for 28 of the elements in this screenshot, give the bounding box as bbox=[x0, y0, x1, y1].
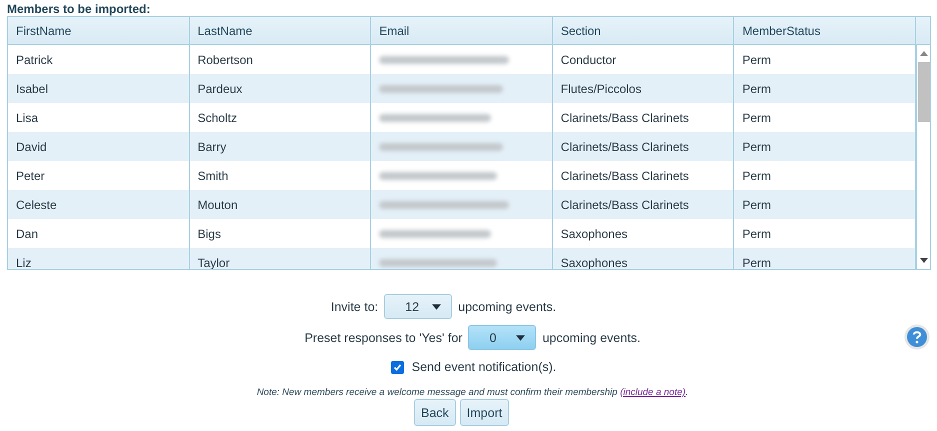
help-icon[interactable] bbox=[904, 324, 930, 350]
notify-checkbox[interactable] bbox=[390, 360, 404, 374]
scrollbar[interactable] bbox=[916, 45, 930, 269]
scroll-up-icon[interactable] bbox=[920, 51, 928, 56]
preset-suffix: upcoming events. bbox=[542, 330, 640, 344]
include-note-link[interactable]: (include a note) bbox=[620, 387, 686, 398]
caret-icon bbox=[516, 334, 526, 340]
caret-icon bbox=[432, 304, 442, 310]
notify-label: Send event notification(s). bbox=[412, 360, 556, 374]
invite-label: Invite to: bbox=[330, 300, 378, 314]
column-header: MemberStatus bbox=[734, 17, 916, 44]
table-cell: Liz bbox=[8, 248, 190, 269]
note-text: Note: New members receive a welcome message and must confirm their membership (include a note). bbox=[256, 387, 690, 398]
column-header: FirstName bbox=[8, 17, 190, 44]
preset-label: Preset responses to 'Yes' for bbox=[304, 330, 462, 344]
column-header: LastName bbox=[190, 17, 372, 44]
section-heading: Members to be imported: bbox=[7, 2, 150, 16]
action-button[interactable]: Back bbox=[414, 399, 456, 426]
action-button[interactable]: Import bbox=[460, 399, 510, 426]
preset-dropdown[interactable]: 0 bbox=[468, 325, 536, 350]
column-header: Email bbox=[371, 17, 553, 44]
invite-dropdown[interactable]: 12 bbox=[384, 294, 452, 319]
table-cell: Saxophones bbox=[552, 248, 734, 269]
invite-suffix: upcoming events. bbox=[458, 300, 556, 314]
scroll-thumb[interactable] bbox=[918, 62, 930, 122]
scroll-down-icon[interactable] bbox=[920, 258, 928, 263]
table-cell: Taylor bbox=[190, 248, 372, 269]
column-header: Section bbox=[552, 17, 734, 44]
